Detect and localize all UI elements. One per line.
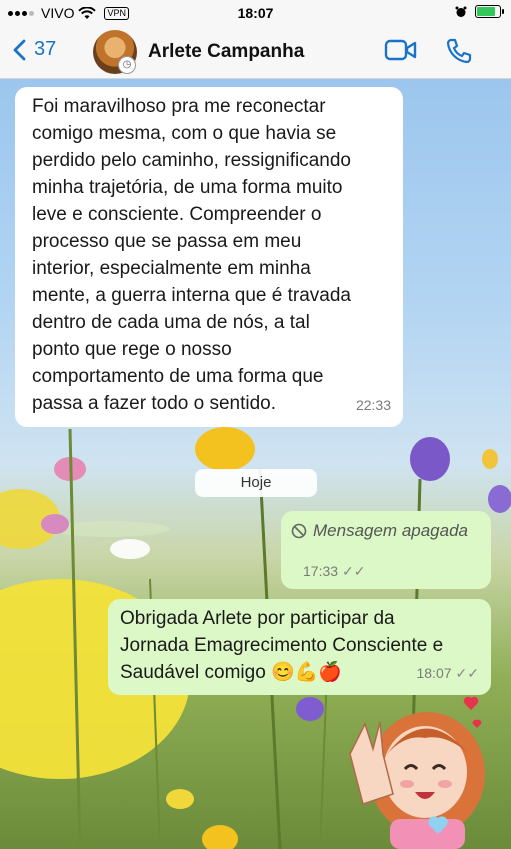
message-line: Obrigada Arlete por participar da (120, 608, 395, 629)
message-line: dentro de cada uma de nós, a tal (32, 312, 310, 333)
message-line: Jornada Emagrecimento Consciente e (120, 635, 444, 656)
message-meta: 18:07 ✓✓ (416, 659, 479, 687)
status-right (455, 5, 504, 18)
chevron-left-icon (13, 39, 26, 60)
status-ring-icon: ◷ (118, 56, 136, 74)
deleted-label: Mensagem apagada (313, 521, 469, 540)
message-line: processo que se passa em meu (32, 231, 302, 252)
read-ticks-icon: ✓✓ (455, 665, 479, 681)
waving-girl-sticker[interactable] (335, 694, 495, 849)
chat-header: 37 ◷ Arlete Campanha (0, 26, 511, 79)
status-bar: VIVO VPN 18:07 (0, 0, 511, 26)
message-line: perdido pelo caminho, ressignificando (32, 150, 351, 171)
deleted-message[interactable]: Mensagem apagada 17:33 ✓✓ (281, 511, 491, 589)
message-line: comportamento de uma forma que (32, 366, 324, 387)
battery-icon (475, 5, 504, 18)
message-time: 17:33 (303, 563, 339, 579)
incoming-message[interactable]: Foi maravilhoso pra me reconectar comigo… (15, 87, 403, 427)
day-divider: Hoje (195, 469, 317, 497)
message-time: 18:07 (416, 665, 452, 681)
video-call-icon[interactable] (384, 38, 418, 62)
contact-name[interactable]: Arlete Campanha (148, 41, 304, 63)
message-line: comigo mesma, com o que havia se (32, 123, 337, 144)
alarm-icon (455, 6, 467, 17)
message-meta: 17:33 ✓✓ (303, 557, 366, 585)
message-line: mente, a guerra interna que é travada (32, 285, 351, 306)
unread-count: 37 (34, 38, 57, 60)
read-ticks-icon: ✓✓ (342, 563, 366, 579)
message-line: minha trajetória, de uma forma muito (32, 177, 343, 198)
message-line: Foi maravilhoso pra me reconectar (32, 96, 326, 117)
message-line: interior, especialmente em minha (32, 258, 311, 279)
message-line: leve e consciente. Compreender o (32, 204, 322, 225)
message-line: passa a fazer todo o sentido. (32, 393, 276, 414)
back-button[interactable]: 37 (12, 38, 56, 61)
chat-area[interactable]: Foi maravilhoso pra me reconectar comigo… (0, 79, 511, 849)
phone-icon[interactable] (445, 37, 473, 65)
message-time: 22:33 (355, 397, 391, 413)
outgoing-message[interactable]: Obrigada Arlete por participar da Jornad… (108, 599, 491, 695)
message-line: ponto que rege o nosso (32, 339, 232, 360)
blocked-icon (291, 523, 307, 539)
status-time: 18:07 (237, 5, 274, 21)
